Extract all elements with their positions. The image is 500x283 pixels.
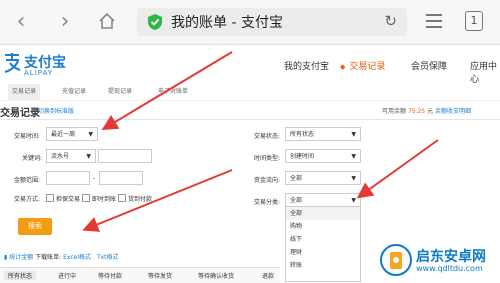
watermark-logo-icon xyxy=(380,244,412,276)
watermark-name: 启东安卓网 xyxy=(416,249,486,265)
arrow-to-category-select xyxy=(356,139,439,199)
arrow-to-time-select xyxy=(101,51,233,131)
watermark: 启东安卓网 www.qdltdu.com xyxy=(380,244,498,278)
annotation-arrows xyxy=(82,51,439,232)
arrow-to-search-button xyxy=(82,169,233,232)
watermark-url: www.qdltdu.com xyxy=(416,264,483,273)
